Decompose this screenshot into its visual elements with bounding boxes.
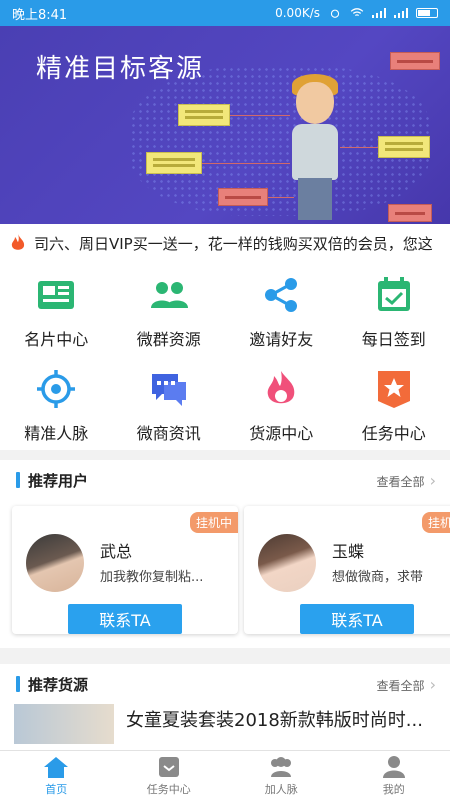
tab-add-contacts[interactable]: 加人脉: [225, 751, 338, 800]
grid-item-supply-center[interactable]: 货源中心: [225, 356, 338, 450]
recommend-goods-section: 推荐货源 查看全部 女童夏装套装2018新款韩版时尚时...: [0, 664, 450, 750]
label-shape: [146, 152, 202, 174]
tab-label: 我的: [382, 782, 405, 796]
user-name: 玉蝶: [332, 542, 365, 561]
profile-icon: [382, 755, 405, 778]
grid-item-label: 每日签到: [361, 330, 426, 349]
tab-label: 首页: [45, 782, 68, 796]
connector-line: [230, 115, 290, 116]
connector-line: [202, 163, 290, 164]
status-badge: 挂机中: [189, 512, 238, 533]
section-header: 推荐用户 查看全部: [0, 460, 450, 500]
flame-icon: [267, 371, 295, 404]
view-all-users-link[interactable]: 查看全部: [377, 471, 437, 490]
status-bar: 晚上8:41 0.00K/s: [0, 0, 450, 26]
bottom-tab-bar: 首页 任务中心 加人脉 我的: [0, 750, 450, 800]
contact-button[interactable]: 联系TA: [68, 604, 182, 634]
person-illustration: [288, 74, 342, 222]
section-header: 推荐货源 查看全部: [0, 664, 450, 704]
section-title: 推荐货源: [16, 674, 88, 695]
tab-profile[interactable]: 我的: [338, 751, 450, 800]
grid-item-daily-checkin[interactable]: 每日签到: [338, 262, 450, 356]
grid-item-precise-contacts[interactable]: 精准人脉: [0, 356, 113, 450]
grid-item-invite-friends[interactable]: 邀请好友: [225, 262, 338, 356]
notice-text: 司六、周日VIP买一送一，花一样的钱购买双倍的会员，您这: [34, 234, 433, 253]
task-icon: [158, 756, 179, 777]
calendar-check-icon: [377, 277, 410, 311]
wifi-icon: [350, 8, 364, 17]
grid-item-label: 货源中心: [249, 424, 314, 443]
grid-item-group-resources[interactable]: 微群资源: [113, 262, 226, 356]
grid-item-label: 名片中心: [24, 330, 89, 349]
tab-label: 任务中心: [146, 782, 191, 796]
section-title: 推荐用户: [16, 470, 88, 491]
goods-thumbnail: [14, 704, 114, 744]
battery-icon: [416, 8, 438, 18]
grid-item-label: 精准人脉: [24, 424, 89, 443]
avatar: [258, 534, 316, 592]
label-shape: [378, 136, 430, 158]
user-card[interactable]: 挂机中 武总 加我教你复制粘... 联系TA: [12, 506, 238, 634]
banner[interactable]: 精准目标客源: [0, 26, 450, 224]
user-card[interactable]: 挂机中 玉蝶 想做微商，求带 联系TA: [244, 506, 450, 634]
goods-title: 女童夏装套装2018新款韩版时尚时...: [126, 710, 423, 731]
people-icon: [271, 756, 292, 777]
card-icon: [38, 281, 75, 309]
network-speed: 0.00K/s: [275, 6, 320, 20]
home-icon: [44, 756, 69, 778]
avatar: [26, 534, 84, 592]
grid-item-card-center[interactable]: 名片中心: [0, 262, 113, 356]
user-signature: 加我教你复制粘...: [100, 570, 204, 585]
view-all-goods-link[interactable]: 查看全部: [377, 675, 437, 694]
signal-icon-2: [394, 8, 408, 18]
fire-icon: [11, 234, 25, 250]
status-badge: 挂机中: [421, 512, 450, 533]
notice-bar[interactable]: 司六、周日VIP买一送一，花一样的钱购买双倍的会员，您这: [0, 224, 450, 262]
grid-item-label: 任务中心: [361, 424, 426, 443]
tab-task-center[interactable]: 任务中心: [113, 751, 226, 800]
group-icon: [150, 282, 188, 308]
grid-item-business-news[interactable]: 微商资讯: [113, 356, 226, 450]
label-shape: [388, 204, 432, 222]
user-signature: 想做微商，求带: [332, 570, 424, 585]
chat-icon: [151, 374, 186, 406]
recommend-users-section: 推荐用户 查看全部 挂机中 武总 加我教你复制粘... 联系TA 挂机中 玉蝶 …: [0, 460, 450, 648]
feature-grid: 名片中心 微群资源 邀请好友 每日签到 精准人脉 微商资讯 货源中心 任务中心: [0, 262, 450, 450]
label-shape: [390, 52, 440, 70]
grid-item-task-center[interactable]: 任务中心: [338, 356, 450, 450]
user-card-row: 挂机中 武总 加我教你复制粘... 联系TA 挂机中 玉蝶 想做微商，求带 联系…: [0, 500, 450, 648]
share-icon: [265, 278, 298, 312]
signal-icon: [372, 8, 386, 18]
connector-line: [340, 147, 378, 148]
grid-item-label: 微商资讯: [136, 424, 201, 443]
contact-button[interactable]: 联系TA: [300, 604, 414, 634]
grid-item-label: 邀请好友: [249, 330, 314, 349]
status-time: 晚上8:41: [12, 7, 68, 23]
label-shape: [178, 104, 230, 126]
tab-label: 加人脉: [264, 782, 298, 796]
status-indicators: 0.00K/s: [275, 6, 438, 20]
grid-item-label: 微群资源: [136, 330, 201, 349]
label-shape: [218, 188, 268, 206]
target-icon: [37, 370, 76, 408]
user-name: 武总: [100, 542, 133, 561]
goods-item[interactable]: 女童夏装套装2018新款韩版时尚时...: [0, 704, 450, 744]
banner-title: 精准目标客源: [36, 54, 205, 84]
tab-home[interactable]: 首页: [0, 751, 113, 800]
star-badge-icon: [377, 371, 410, 408]
alarm-icon: [330, 9, 340, 18]
